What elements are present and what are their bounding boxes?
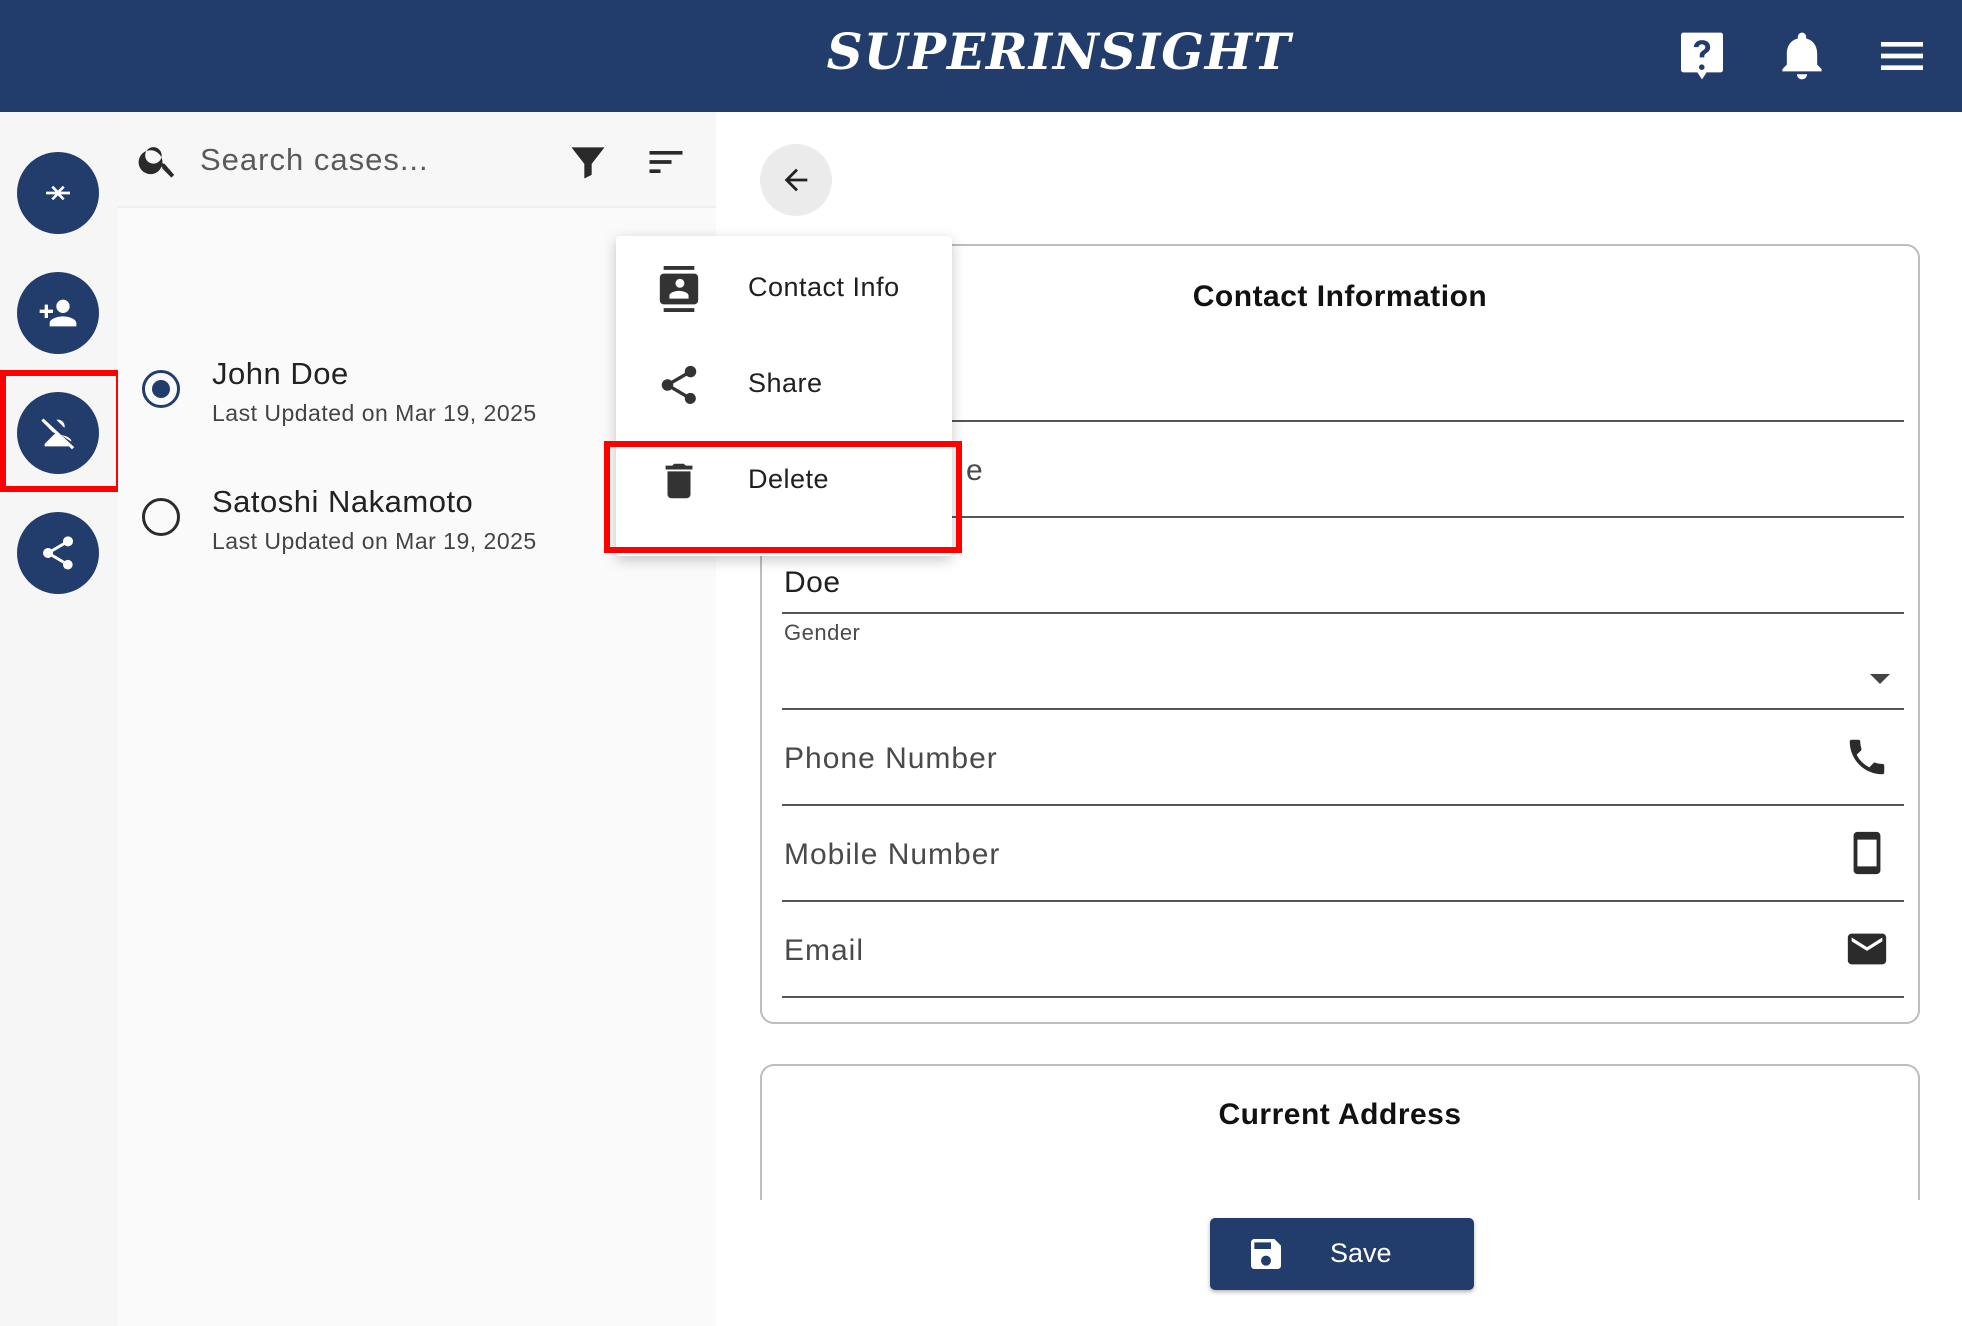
menu-item-label: Contact Info <box>748 272 900 302</box>
search-icon <box>136 138 180 182</box>
smartphone-icon <box>1844 830 1890 876</box>
menu-item-share[interactable]: Share <box>616 336 952 432</box>
filter-icon[interactable] <box>566 140 610 184</box>
save-label: Save <box>1330 1238 1392 1268</box>
sort-icon[interactable] <box>644 140 688 184</box>
dropdown-arrow-icon <box>1870 674 1890 684</box>
share-icon <box>656 362 702 408</box>
hamburger-menu-icon[interactable] <box>1874 28 1930 84</box>
merge-icon <box>46 185 70 201</box>
floppy-disk-icon <box>1246 1234 1286 1274</box>
add-person-button[interactable] <box>17 272 99 354</box>
save-button[interactable]: Save <box>1210 1218 1474 1290</box>
rail-highlight-box <box>0 370 122 492</box>
current-address-card: Current Address <box>760 1064 1920 1200</box>
help-icon[interactable] <box>1674 28 1730 84</box>
gender-select[interactable]: Gender <box>782 614 1904 710</box>
merge-button[interactable] <box>17 152 99 234</box>
email-icon <box>1844 926 1890 972</box>
app-header: SUPERINSIGHT <box>0 0 1962 112</box>
back-button[interactable] <box>760 144 832 216</box>
action-rail <box>0 112 118 1326</box>
case-name: Satoshi Nakamoto <box>212 484 474 519</box>
mobile-placeholder: Mobile Number <box>784 838 1001 871</box>
share-button[interactable] <box>17 512 99 594</box>
menu-item-contact-info[interactable]: Contact Info <box>616 240 952 336</box>
delete-highlight-box <box>604 441 962 553</box>
phone-number-field[interactable]: Phone Number <box>782 710 1904 806</box>
field-label-partial: e <box>966 454 984 487</box>
mobile-number-field[interactable]: Mobile Number <box>782 806 1904 902</box>
phone-icon <box>1844 734 1890 780</box>
card-title: Current Address <box>1218 1098 1462 1131</box>
add-person-icon <box>39 299 77 327</box>
email-placeholder: Email <box>784 934 865 967</box>
notifications-bell-icon[interactable] <box>1774 28 1830 84</box>
search-input[interactable] <box>200 134 560 186</box>
menu-item-label: Share <box>748 368 823 398</box>
search-bar <box>118 112 716 208</box>
case-updated-date: Last Updated on Mar 19, 2025 <box>212 528 537 554</box>
phone-placeholder: Phone Number <box>784 742 998 775</box>
share-icon <box>43 536 73 570</box>
email-field[interactable]: Email <box>782 902 1904 998</box>
arrow-back-icon <box>784 168 808 192</box>
last-name-value: Doe <box>784 566 841 599</box>
case-radio[interactable] <box>142 498 180 536</box>
gender-label: Gender <box>784 620 861 645</box>
contact-card-icon <box>656 266 702 312</box>
